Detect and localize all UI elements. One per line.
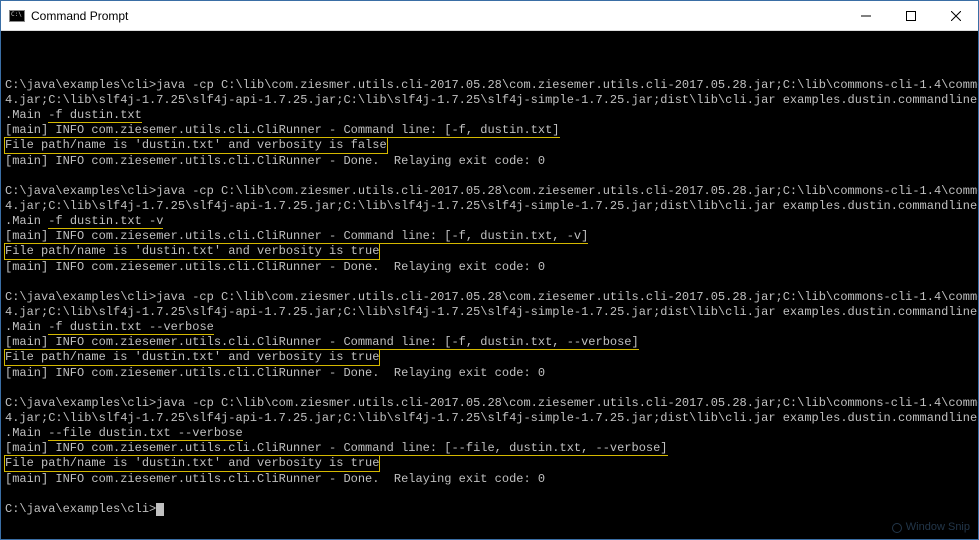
command-args: -f dustin.txt: [48, 108, 142, 123]
output-line: [main] INFO com.ziesemer.utils.cli.CliRu…: [5, 260, 974, 275]
output-highlight: File path/name is 'dustin.txt' and verbo…: [5, 138, 974, 154]
command-line: .Main --file dustin.txt --verbose: [5, 426, 974, 441]
window-title: Command Prompt: [31, 9, 843, 23]
command-args: -f dustin.txt --verbose: [48, 320, 214, 335]
output-line: [main] INFO com.ziesemer.utils.cli.CliRu…: [5, 335, 974, 350]
output-highlight: File path/name is 'dustin.txt' and verbo…: [5, 350, 974, 366]
maximize-button[interactable]: [888, 1, 933, 30]
command-args: -f dustin.txt -v: [48, 214, 163, 229]
output-line: [main] INFO com.ziesemer.utils.cli.CliRu…: [5, 229, 974, 244]
snip-label: Window Snip: [906, 520, 970, 535]
command-line: C:\java\examples\cli>java -cp C:\lib\com…: [5, 78, 974, 93]
command-line: .Main -f dustin.txt --verbose: [5, 320, 974, 335]
command-line: .Main -f dustin.txt -v: [5, 214, 974, 229]
blank-line: [5, 63, 974, 78]
command-line: 4.jar;C:\lib\slf4j-1.7.25\slf4j-api-1.7.…: [5, 411, 974, 426]
titlebar[interactable]: C:\ Command Prompt: [1, 1, 978, 31]
blank-line: [5, 381, 974, 396]
command-line: 4.jar;C:\lib\slf4j-1.7.25\slf4j-api-1.7.…: [5, 305, 974, 320]
output-line: [main] INFO com.ziesemer.utils.cli.CliRu…: [5, 154, 974, 169]
output-highlight: File path/name is 'dustin.txt' and verbo…: [5, 244, 974, 260]
window-controls: [843, 1, 978, 30]
command-line: C:\java\examples\cli>java -cp C:\lib\com…: [5, 396, 974, 411]
prompt-line: C:\java\examples\cli>: [5, 502, 974, 517]
cursor: [156, 503, 164, 516]
window-snip-overlay: Window Snip: [892, 520, 970, 535]
minimize-icon: [861, 11, 871, 21]
cmd-icon: C:\: [9, 10, 25, 22]
minimize-button[interactable]: [843, 1, 888, 30]
blank-line: [5, 487, 974, 502]
snip-icon: [892, 523, 902, 533]
command-line: C:\java\examples\cli>java -cp C:\lib\com…: [5, 184, 974, 199]
terminal-content[interactable]: C:\java\examples\cli>java -cp C:\lib\com…: [1, 31, 978, 539]
command-prompt-window: C:\ Command Prompt C:\java\examples\cli>…: [0, 0, 979, 540]
maximize-icon: [906, 11, 916, 21]
blank-line: [5, 169, 974, 184]
command-args: --file dustin.txt --verbose: [48, 426, 242, 441]
command-line: 4.jar;C:\lib\slf4j-1.7.25\slf4j-api-1.7.…: [5, 93, 974, 108]
close-icon: [951, 11, 961, 21]
blank-line: [5, 275, 974, 290]
output-highlight: File path/name is 'dustin.txt' and verbo…: [5, 456, 974, 472]
output-line: [main] INFO com.ziesemer.utils.cli.CliRu…: [5, 123, 974, 138]
output-line: [main] INFO com.ziesemer.utils.cli.CliRu…: [5, 366, 974, 381]
output-line: [main] INFO com.ziesemer.utils.cli.CliRu…: [5, 472, 974, 487]
close-button[interactable]: [933, 1, 978, 30]
command-line: 4.jar;C:\lib\slf4j-1.7.25\slf4j-api-1.7.…: [5, 199, 974, 214]
command-line: .Main -f dustin.txt: [5, 108, 974, 123]
command-line: C:\java\examples\cli>java -cp C:\lib\com…: [5, 290, 974, 305]
output-line: [main] INFO com.ziesemer.utils.cli.CliRu…: [5, 441, 974, 456]
